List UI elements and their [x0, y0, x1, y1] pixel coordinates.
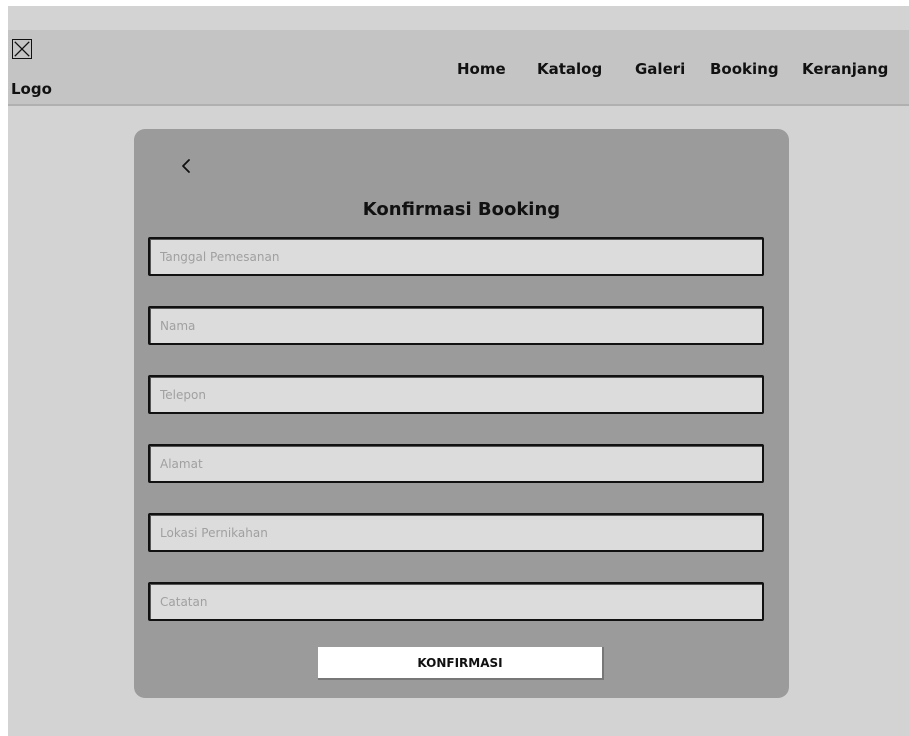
- form-title: Konfirmasi Booking: [362, 199, 561, 220]
- nav-item-galeri[interactable]: Galeri: [635, 60, 685, 78]
- telepon-field[interactable]: [148, 375, 764, 414]
- nav-item-home[interactable]: Home: [457, 60, 506, 78]
- konfirmasi-button[interactable]: KONFIRMASI: [318, 647, 604, 680]
- alamat-field[interactable]: [148, 444, 764, 483]
- catatan-field[interactable]: [148, 582, 764, 621]
- nama-field[interactable]: [148, 306, 764, 345]
- nav-item-keranjang[interactable]: Keranjang: [802, 60, 888, 78]
- navbar: Logo Home Katalog Galeri Booking Keranja…: [8, 30, 909, 106]
- page-background: Logo Home Katalog Galeri Booking Keranja…: [8, 6, 909, 736]
- nav-item-booking[interactable]: Booking: [710, 60, 779, 78]
- tanggal-pemesanan-field[interactable]: [148, 237, 764, 276]
- chevron-left-icon[interactable]: [178, 155, 194, 177]
- booking-form-card: Konfirmasi Booking KONFIRMASI: [134, 129, 789, 698]
- nav-item-katalog[interactable]: Katalog: [537, 60, 602, 78]
- logo-label[interactable]: Logo: [11, 80, 52, 98]
- image-placeholder-icon[interactable]: [12, 39, 32, 59]
- lokasi-pernikahan-field[interactable]: [148, 513, 764, 552]
